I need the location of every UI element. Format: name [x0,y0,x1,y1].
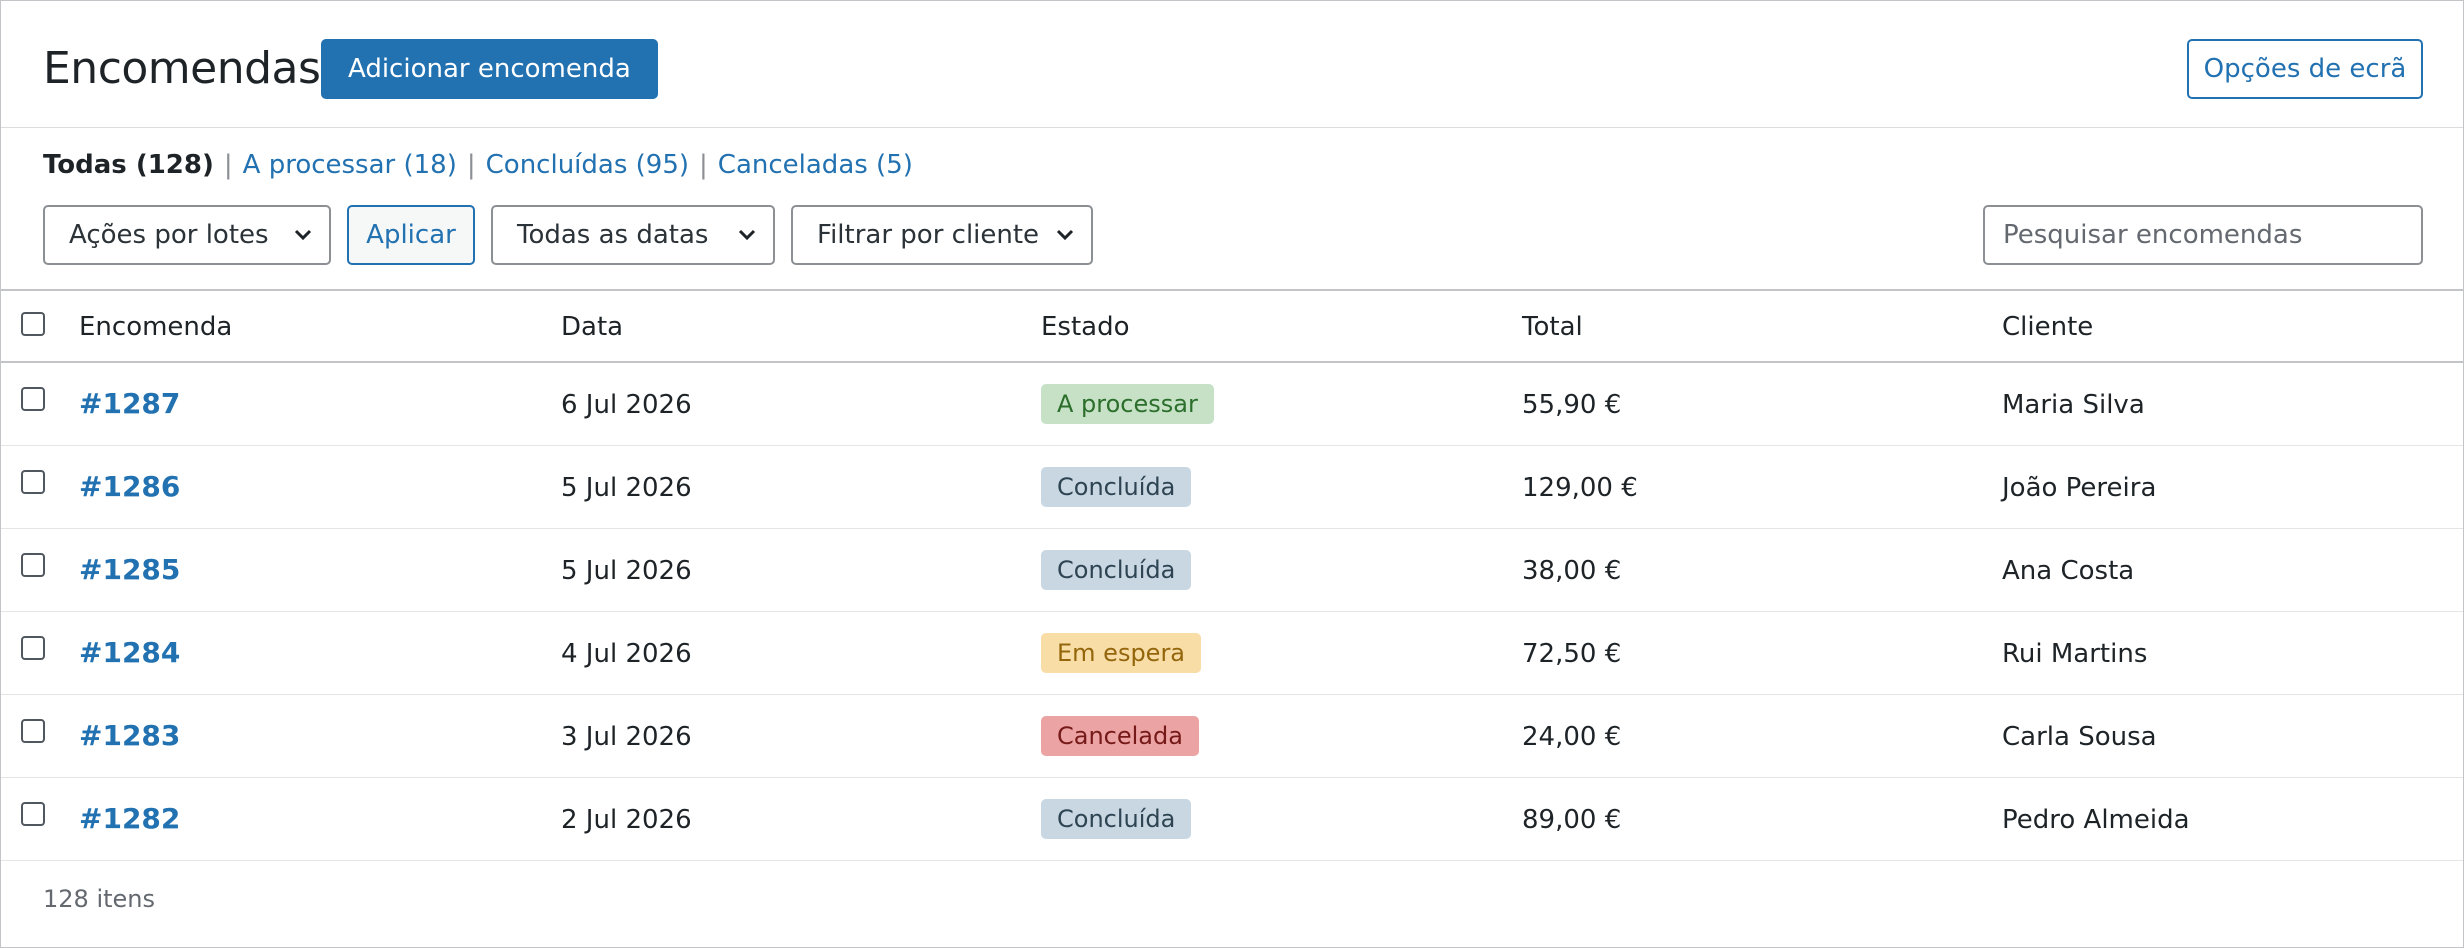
status-badge: Concluída [1041,550,1192,590]
page-title: Encomendas [43,43,321,94]
column-total[interactable]: Total [1522,312,1583,342]
column-customer: Cliente [2002,312,2094,342]
screen-options-button[interactable]: Opções de ecrã [2187,39,2423,99]
order-number-link[interactable]: #1286 [79,467,180,507]
order-date: 5 Jul 2026 [561,556,692,586]
order-date: 4 Jul 2026 [561,639,692,669]
order-total: 89,00 € [1522,805,1622,835]
order-customer: Pedro Almeida [2002,805,2190,835]
view-completed[interactable]: Concluídas (95) [486,150,689,180]
table-row: #1284 4 Jul 2026 Em espera 72,50 € Rui M… [1,612,2463,695]
date-filter-value: Todas as datas [517,220,709,250]
column-status: Estado [1041,312,1130,342]
status-badge: Cancelada [1041,716,1199,756]
view-cancelled[interactable]: Canceladas (5) [718,150,913,180]
row-checkbox[interactable] [21,802,45,826]
row-checkbox[interactable] [21,636,45,660]
order-customer: Maria Silva [2002,390,2145,420]
chevron-down-icon [294,229,312,241]
apply-button[interactable]: Aplicar [347,205,475,265]
table-row: #1285 5 Jul 2026 Concluída 38,00 € Ana C… [1,529,2463,612]
bulk-actions-select[interactable]: Ações por lotes [43,205,331,265]
status-badge: Em espera [1041,633,1202,673]
row-checkbox[interactable] [21,470,45,494]
order-total: 55,90 € [1522,390,1622,420]
status-badge: Concluída [1041,467,1192,507]
page-header: Encomendas Adicionar encomenda Opções de… [1,1,2463,128]
status-badge: A processar [1041,384,1214,424]
order-date: 6 Jul 2026 [561,390,692,420]
chevron-down-icon [1056,229,1074,241]
select-all-checkbox[interactable] [21,312,45,336]
row-checkbox[interactable] [21,553,45,577]
order-customer: Carla Sousa [2002,722,2157,752]
order-number-link[interactable]: #1282 [79,799,180,839]
order-date: 2 Jul 2026 [561,805,692,835]
table-row: #1282 2 Jul 2026 Concluída 89,00 € Pedro… [1,778,2463,861]
view-separator: | [223,150,233,180]
table-row: #1283 3 Jul 2026 Cancelada 24,00 € Carla… [1,695,2463,778]
order-date: 5 Jul 2026 [561,473,692,503]
order-total: 24,00 € [1522,722,1622,752]
view-processing[interactable]: A processar (18) [243,150,457,180]
order-number-link[interactable]: #1287 [79,384,180,424]
orders-table: Encomenda Data Estado Total Cliente #128… [1,289,2463,861]
add-order-button[interactable]: Adicionar encomenda [321,39,658,99]
column-order[interactable]: Encomenda [79,312,232,342]
customer-filter-value: Filtrar por cliente [817,220,1040,250]
order-customer: João Pereira [2002,473,2157,503]
table-row: #1286 5 Jul 2026 Concluída 129,00 € João… [1,446,2463,529]
view-all[interactable]: Todas (128) [43,150,214,180]
order-date: 3 Jul 2026 [561,722,692,752]
date-filter-select[interactable]: Todas as datas [491,205,775,265]
search-orders-input[interactable] [1983,205,2423,265]
order-number-link[interactable]: #1284 [79,633,180,673]
customer-filter-select[interactable]: Filtrar por cliente [791,205,1093,265]
table-body: #1287 6 Jul 2026 A processar 55,90 € Mar… [1,363,2463,861]
view-separator: | [466,150,476,180]
order-customer: Rui Martins [2002,639,2148,669]
order-total: 129,00 € [1522,473,1638,503]
table-header: Encomenda Data Estado Total Cliente [1,291,2463,363]
order-number-link[interactable]: #1285 [79,550,180,590]
chevron-down-icon [738,229,756,241]
item-count: 128 itens [43,885,155,913]
table-row: #1287 6 Jul 2026 A processar 55,90 € Mar… [1,363,2463,446]
order-customer: Ana Costa [2002,556,2135,586]
status-badge: Concluída [1041,799,1192,839]
order-total: 38,00 € [1522,556,1622,586]
row-checkbox[interactable] [21,387,45,411]
view-separator: | [699,150,708,180]
bulk-actions-value: Ações por lotes [69,220,269,250]
row-checkbox[interactable] [21,719,45,743]
orders-page: Encomendas Adicionar encomenda Opções de… [0,0,2464,948]
order-total: 72,50 € [1522,639,1622,669]
column-date[interactable]: Data [561,312,623,342]
status-views: Todas (128) | A processar (18) | Concluídas … [43,145,913,185]
order-number-link[interactable]: #1283 [79,716,180,756]
